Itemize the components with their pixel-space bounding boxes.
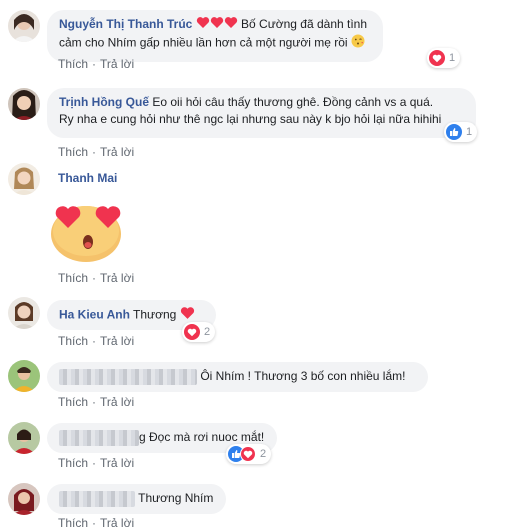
love-reaction-icon <box>429 50 445 66</box>
comment-author[interactable]: Trịnh Hồng Quế <box>59 95 149 109</box>
comment-bubble: Ôi Nhím ! Thương 3 bố con nhiều lắm! <box>47 362 428 392</box>
comment-actions: Thích · Trả lời <box>58 395 135 409</box>
love-reaction-icon <box>184 324 200 340</box>
comment-actions: Thích · Trả lời <box>58 334 135 348</box>
comment-text: Eo oii hỏi câu thấy thương ghê. Đồng cản… <box>152 95 434 109</box>
heart-eyes-emoji-sticker <box>48 198 126 264</box>
redacted-author <box>59 368 197 385</box>
reaction-summary[interactable]: 1 <box>427 48 461 68</box>
heart-icon <box>224 16 238 34</box>
reaction-count: 2 <box>260 448 267 460</box>
comment-author[interactable]: Thanh Mai <box>58 171 117 185</box>
like-reaction-icon <box>446 124 462 140</box>
kiss-emoji-icon <box>351 34 365 53</box>
reaction-summary[interactable]: 2 <box>226 444 272 464</box>
heart-icon <box>196 16 210 34</box>
comment-text: Thương Nhím <box>138 491 214 505</box>
reply-link[interactable]: Trả lời <box>100 145 134 159</box>
comment-actions: Thích · Trả lời <box>58 57 135 71</box>
avatar[interactable] <box>8 422 40 454</box>
redacted-author <box>59 490 135 507</box>
avatar[interactable] <box>8 88 40 120</box>
redacted-author <box>59 429 139 446</box>
reaction-count: 2 <box>204 326 211 338</box>
comment-actions: Thích · Trả lời <box>58 145 135 159</box>
reaction-summary[interactable]: 2 <box>182 322 216 342</box>
reply-link[interactable]: Trả lời <box>100 334 134 348</box>
comment-actions: Thích · Trả lời <box>58 516 135 528</box>
reaction-summary[interactable]: 1 <box>444 122 478 142</box>
comment-bubble: Thương Nhím <box>47 484 226 514</box>
heart-icon <box>210 16 224 34</box>
love-reaction-icon <box>240 446 256 462</box>
avatar[interactable] <box>8 360 40 392</box>
reply-link[interactable]: Trả lời <box>100 271 134 285</box>
reply-link[interactable]: Trả lời <box>100 395 134 409</box>
reply-link[interactable]: Trả lời <box>100 456 134 470</box>
avatar[interactable] <box>8 10 40 42</box>
like-link[interactable]: Thích <box>58 57 88 71</box>
like-link[interactable]: Thích <box>58 395 88 409</box>
reply-link[interactable]: Trả lời <box>100 57 134 71</box>
like-link[interactable]: Thích <box>58 145 88 159</box>
comment-actions: Thích · Trả lời <box>58 456 135 470</box>
comment-text: Ry nha e cung hỏi như thê ngc lại nhưng … <box>59 112 442 126</box>
like-link[interactable]: Thích <box>58 456 88 470</box>
reaction-count: 1 <box>466 126 473 138</box>
comment-text: Ôi Nhím ! Thương 3 bố con nhiều lắm! <box>200 369 406 383</box>
like-link[interactable]: Thích <box>58 334 88 348</box>
comment-actions: Thích · Trả lời <box>58 271 135 285</box>
avatar[interactable] <box>8 297 40 329</box>
comment-text: Thương <box>133 307 177 322</box>
comment-bubble: Trịnh Hồng Quế Eo oii hỏi câu thấy thươn… <box>47 88 476 138</box>
avatar[interactable] <box>8 163 40 195</box>
like-link[interactable]: Thích <box>58 271 88 285</box>
comment-author[interactable]: Nguyễn Thị Thanh Trúc <box>59 17 192 31</box>
comment-author[interactable]: Ha Kieu Anh <box>59 308 130 322</box>
comment-bubble: Nguyễn Thị Thanh Trúc Bố Cường đã dành t… <box>47 10 383 62</box>
reply-link[interactable]: Trả lời <box>100 516 134 528</box>
like-link[interactable]: Thích <box>58 516 88 528</box>
comment-text: g Đọc mà rơi nuoc mắt! <box>139 430 265 444</box>
reaction-count: 1 <box>449 52 456 64</box>
avatar[interactable] <box>8 483 40 515</box>
